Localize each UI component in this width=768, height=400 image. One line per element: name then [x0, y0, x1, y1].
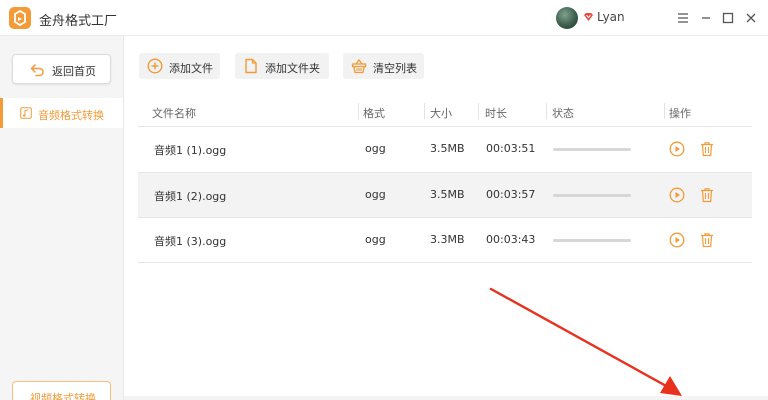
annotation-arrow	[489, 287, 682, 396]
